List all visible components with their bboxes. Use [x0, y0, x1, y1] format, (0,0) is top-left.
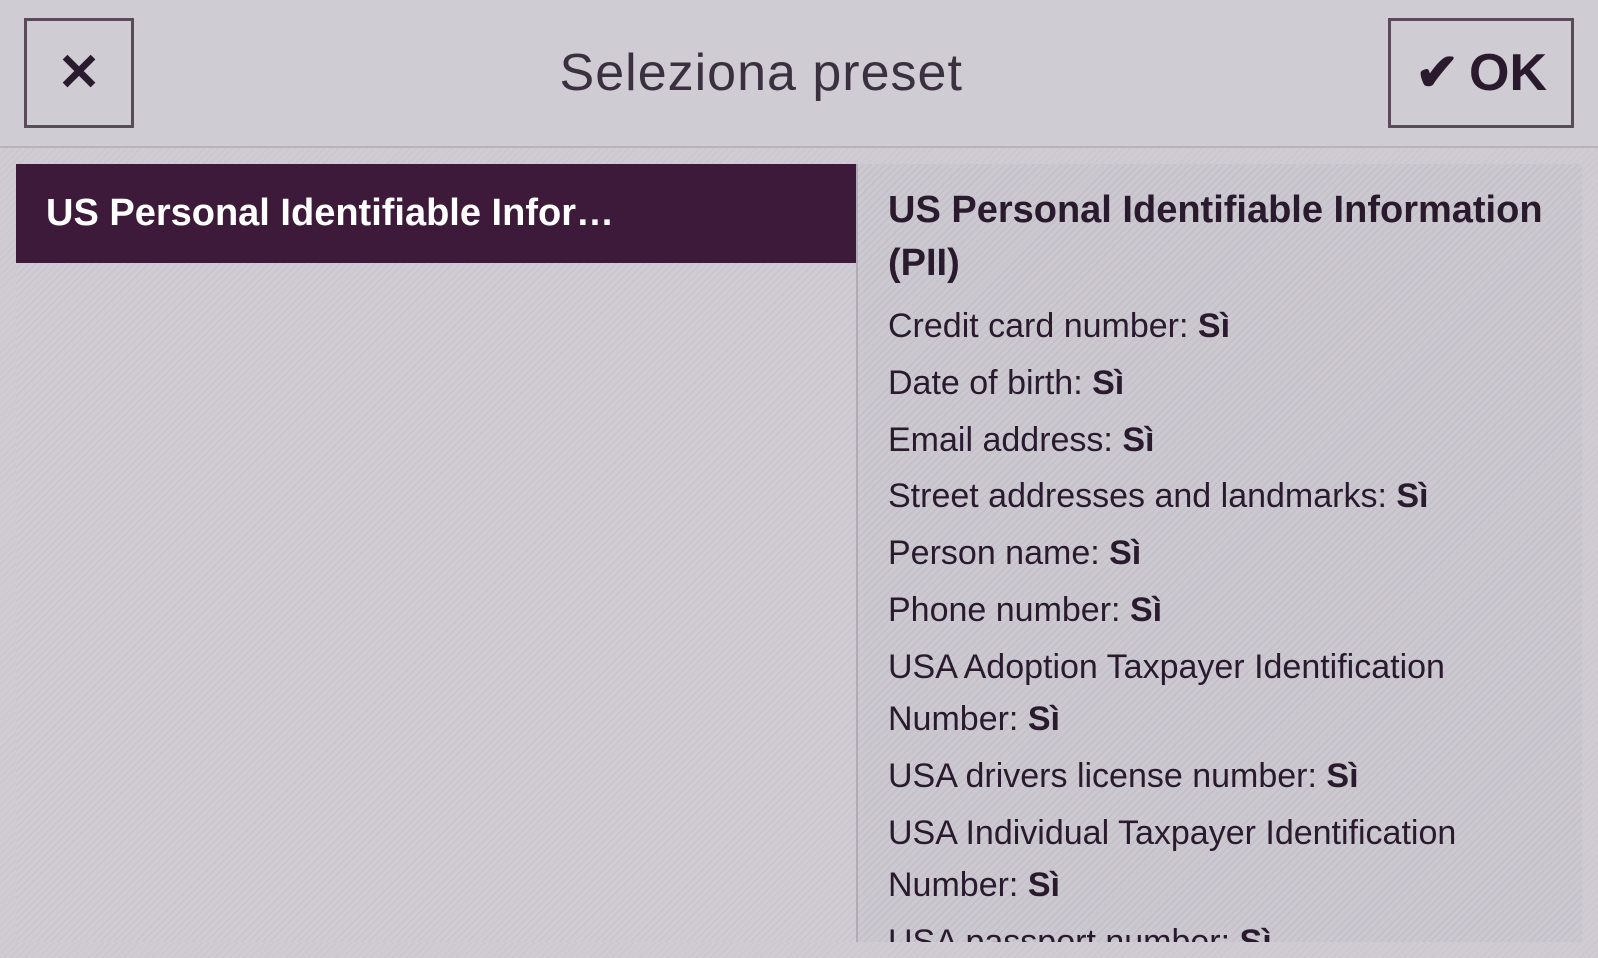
detail-line-9-text: USA passport number: — [888, 923, 1240, 942]
dialog-title: Seleziona preset — [560, 43, 963, 103]
detail-line-8-bold: Sì — [1028, 866, 1060, 904]
detail-line-5: Phone number: Sì — [888, 584, 1552, 637]
dialog-content: US Personal Identifiable Infor… US Perso… — [0, 148, 1598, 958]
ok-button[interactable]: ✔ OK — [1388, 18, 1574, 128]
detail-panel: US Personal Identifiable Information (PI… — [856, 164, 1582, 942]
close-button[interactable]: ✕ — [24, 18, 134, 128]
detail-line-7-text: USA drivers license number: — [888, 757, 1326, 795]
checkmark-icon: ✔ — [1415, 43, 1459, 103]
detail-line-2-bold: Sì — [1122, 421, 1154, 459]
detail-line-0: Credit card number: Sì — [888, 300, 1552, 353]
list-item[interactable]: US Personal Identifiable Infor… — [16, 164, 856, 263]
detail-line-6-bold: Sì — [1028, 700, 1060, 738]
dialog-header: ✕ Seleziona preset ✔ OK — [0, 0, 1598, 148]
detail-line-9-bold: Sì — [1240, 923, 1272, 942]
detail-line-4-bold: Sì — [1109, 534, 1141, 572]
ok-label: OK — [1469, 43, 1547, 103]
detail-line-2: Email address: Sì — [888, 414, 1552, 467]
list-item-label: US Personal Identifiable Infor… — [46, 192, 614, 234]
detail-line-8: USA Individual Taxpayer Identification N… — [888, 807, 1552, 912]
detail-line-9: USA passport number: Sì — [888, 916, 1552, 942]
detail-line-4: Person name: Sì — [888, 527, 1552, 580]
detail-line-5-text: Phone number: — [888, 591, 1130, 629]
detail-line-1-bold: Sì — [1092, 364, 1124, 402]
dialog: ✕ Seleziona preset ✔ OK US Personal Iden… — [0, 0, 1598, 958]
detail-line-0-text: Credit card number: — [888, 307, 1198, 345]
detail-line-1-text: Date of birth: — [888, 364, 1092, 402]
detail-line-2-text: Email address: — [888, 421, 1122, 459]
detail-line-6-text: USA Adoption Taxpayer Identification Num… — [888, 648, 1445, 739]
detail-line-4-text: Person name: — [888, 534, 1109, 572]
detail-line-7-bold: Sì — [1326, 757, 1358, 795]
detail-line-8-text: USA Individual Taxpayer Identification N… — [888, 814, 1456, 905]
preset-list[interactable]: US Personal Identifiable Infor… — [16, 164, 856, 942]
detail-line-0-bold: Sì — [1198, 307, 1230, 345]
detail-line-3-text: Street addresses and landmarks: — [888, 477, 1396, 515]
detail-line-3: Street addresses and landmarks: Sì — [888, 470, 1552, 523]
detail-line-1: Date of birth: Sì — [888, 357, 1552, 410]
detail-line-5-bold: Sì — [1130, 591, 1162, 629]
detail-line-6: USA Adoption Taxpayer Identification Num… — [888, 641, 1552, 746]
detail-line-3-bold: Sì — [1396, 477, 1428, 515]
detail-line-7: USA drivers license number: Sì — [888, 750, 1552, 803]
detail-title: US Personal Identifiable Information (PI… — [888, 184, 1552, 290]
close-icon: ✕ — [57, 43, 101, 103]
